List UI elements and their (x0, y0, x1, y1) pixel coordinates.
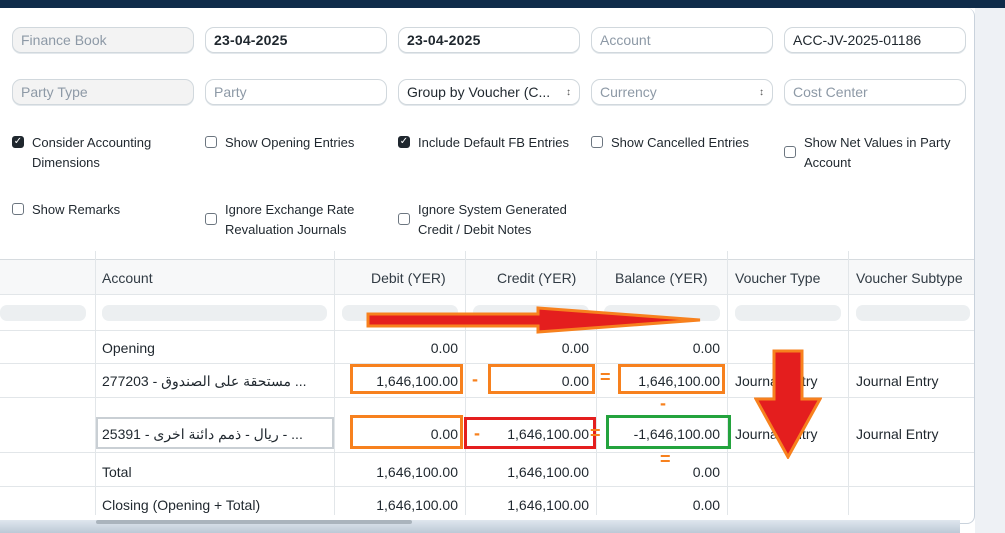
checkbox-label: Show Opening Entries (225, 135, 355, 150)
table-cell-account: Opening (102, 340, 155, 356)
balance-highlight-box (618, 364, 725, 394)
group-by-select[interactable]: Group by Voucher (C... ↕ (398, 79, 580, 105)
select-arrows-icon: ↕ (566, 87, 571, 98)
party-input[interactable]: Party (205, 79, 387, 105)
equals-annotation: = (660, 449, 671, 469)
to-date-input[interactable]: 23-04-2025 (398, 27, 580, 53)
credit-highlight-box (488, 364, 595, 394)
column-filter-input[interactable] (735, 305, 841, 321)
col-divider (848, 251, 849, 515)
checkbox-unchecked-icon[interactable] (12, 203, 24, 215)
col-divider (95, 251, 96, 515)
column-header-voucher-type[interactable]: Voucher Type (735, 270, 820, 286)
table-cell-account: Closing (Opening + Total) (102, 497, 261, 513)
debit-highlight-box (350, 364, 463, 394)
minus-annotation: - (474, 423, 480, 443)
column-filter-input[interactable] (856, 305, 970, 321)
table-cell-debit: 0.00 (430, 340, 458, 356)
table-cell-account[interactable]: 277203 - مستحقة على الصندوق ... (102, 373, 328, 390)
column-header-debit[interactable]: Debit (YER) (371, 270, 446, 286)
column-filter-input[interactable] (0, 305, 86, 321)
account-input[interactable]: Account (591, 27, 773, 53)
balance-highlight-box (606, 415, 731, 449)
table-cell-debit: 1,646,100.00 (376, 464, 458, 480)
col-divider (596, 251, 597, 515)
checkbox-label: Ignore System Generated Credit / Debit N… (418, 202, 567, 237)
table-cell-credit: 0.00 (561, 340, 589, 356)
right-arrow-annotation-icon (366, 306, 701, 334)
ignore-system-generated-checkbox[interactable]: Ignore System Generated Credit / Debit N… (398, 200, 580, 240)
down-arrow-annotation-icon (754, 349, 822, 459)
checkbox-unchecked-icon[interactable] (784, 146, 796, 158)
row-divider (0, 452, 974, 453)
show-remarks-checkbox[interactable]: Show Remarks (12, 200, 192, 220)
checkbox-unchecked-icon[interactable] (205, 213, 217, 225)
checkbox-unchecked-icon[interactable] (205, 136, 217, 148)
row-divider (0, 397, 974, 398)
column-header-account[interactable]: Account (102, 270, 153, 286)
from-date-input[interactable]: 23-04-2025 (205, 27, 387, 53)
minus-annotation: - (660, 393, 666, 413)
checkbox-unchecked-icon[interactable] (398, 213, 410, 225)
select-arrows-icon: ↕ (759, 87, 764, 98)
consider-accounting-dimensions-checkbox[interactable]: ✓ Consider Accounting Dimensions (12, 133, 192, 173)
col-divider (465, 251, 466, 515)
col-divider (727, 251, 728, 515)
currency-placeholder: Currency (600, 84, 657, 100)
column-header-voucher-subtype[interactable]: Voucher Subtype (856, 270, 963, 286)
page-background (975, 8, 1005, 533)
table-cell-credit: 1,646,100.00 (507, 464, 589, 480)
column-filter-input[interactable] (102, 305, 327, 321)
checkbox-checked-icon[interactable]: ✓ (12, 136, 24, 148)
table-cell-voucher-subtype: Journal Entry (856, 373, 939, 389)
table-cell-account: Total (102, 464, 132, 480)
table-cell-credit: 1,646,100.00 (507, 497, 589, 513)
party-type-input[interactable]: Party Type (12, 79, 194, 105)
equals-annotation: = (590, 423, 601, 443)
equals-annotation: = (600, 367, 611, 387)
include-default-fb-entries-checkbox[interactable]: ✓ Include Default FB Entries (398, 133, 573, 153)
top-navbar (0, 0, 1005, 8)
finance-book-input[interactable]: Finance Book (12, 27, 194, 53)
checkbox-label: Show Net Values in Party Account (804, 135, 951, 170)
minus-annotation: - (472, 369, 478, 389)
group-by-value: Group by Voucher (C... (407, 84, 551, 100)
show-net-values-checkbox[interactable]: Show Net Values in Party Account (784, 133, 966, 173)
row-divider (0, 363, 974, 364)
show-cancelled-entries-checkbox[interactable]: Show Cancelled Entries (591, 133, 773, 153)
table-cell-balance: 0.00 (692, 340, 720, 356)
cost-center-input[interactable]: Cost Center (784, 79, 966, 105)
checkbox-label: Show Remarks (32, 202, 121, 217)
table-cell-debit: 1,646,100.00 (376, 497, 458, 513)
horizontal-scrollbar[interactable] (96, 520, 412, 524)
row-divider (0, 294, 974, 295)
table-cell-account[interactable]: 25391 - ريال - ذمم دائنة اخرى - ... (102, 426, 328, 443)
credit-highlight-box (464, 417, 596, 449)
table-cell-voucher-subtype: Journal Entry (856, 426, 939, 442)
row-divider (0, 486, 974, 487)
column-header-balance[interactable]: Balance (YER) (615, 270, 708, 286)
debit-highlight-box (350, 415, 463, 449)
voucher-no-input[interactable]: ACC-JV-2025-01186 (784, 27, 966, 53)
col-divider (334, 251, 335, 515)
currency-select[interactable]: Currency ↕ (591, 79, 773, 105)
checkbox-unchecked-icon[interactable] (591, 136, 603, 148)
ignore-exchange-rate-checkbox[interactable]: Ignore Exchange Rate Revaluation Journal… (205, 200, 375, 240)
checkbox-checked-icon[interactable]: ✓ (398, 136, 410, 148)
show-opening-entries-checkbox[interactable]: Show Opening Entries (205, 133, 385, 153)
checkbox-label: Include Default FB Entries (418, 135, 570, 150)
checkbox-label: Ignore Exchange Rate Revaluation Journal… (225, 202, 355, 237)
checkbox-label: Consider Accounting Dimensions (32, 135, 152, 170)
column-header-credit[interactable]: Credit (YER) (497, 270, 576, 286)
checkbox-label: Show Cancelled Entries (611, 135, 750, 150)
table-cell-balance: 0.00 (692, 497, 720, 513)
